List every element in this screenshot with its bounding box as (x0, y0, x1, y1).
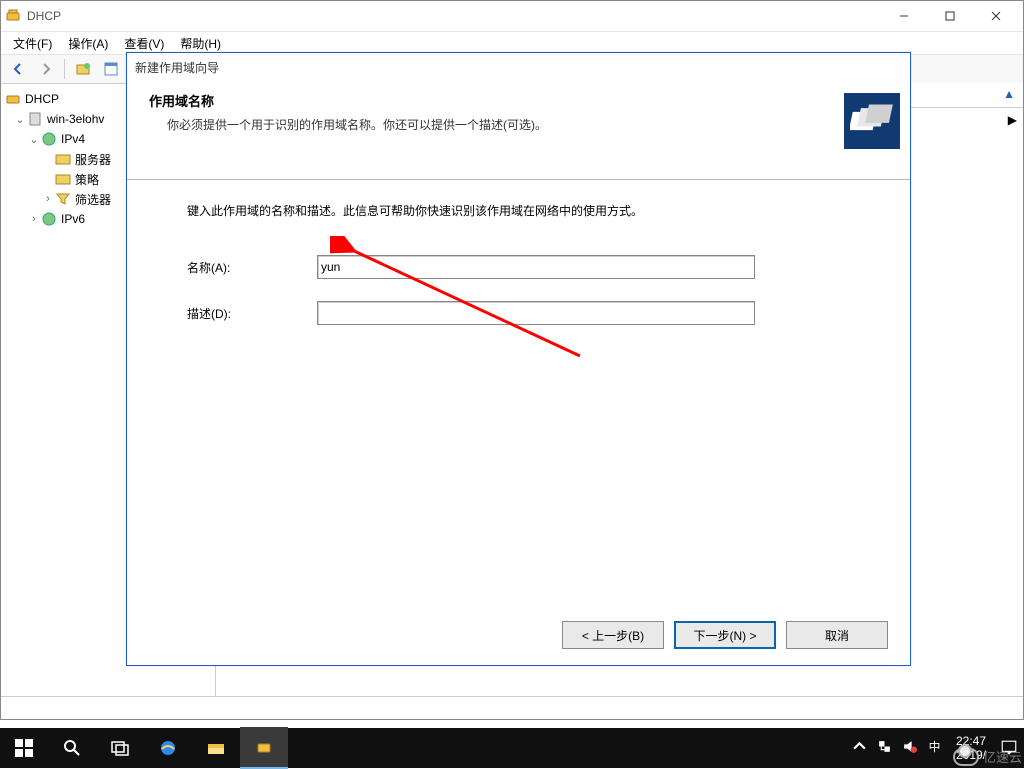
tree-expand-icon[interactable]: › (41, 193, 55, 205)
filter-icon (55, 191, 71, 207)
svg-text:中: 中 (929, 740, 941, 754)
scope-name-input[interactable] (317, 255, 755, 279)
tray-network-icon[interactable] (877, 739, 892, 757)
minimize-button[interactable] (881, 1, 927, 31)
scope-desc-input[interactable] (317, 301, 755, 325)
tray-volume-icon[interactable] (902, 739, 917, 757)
scope-desc-label: 描述(D): (187, 305, 317, 322)
wizard-subheading: 你必须提供一个用于识别的作用域名称。你还可以提供一个描述(可选)。 (167, 116, 896, 133)
menu-file[interactable]: 文件(F) (7, 33, 58, 54)
watermark: 亿速云 (953, 747, 1022, 766)
menu-help[interactable]: 帮助(H) (174, 33, 227, 54)
back-button[interactable]: < 上一步(B) (562, 621, 664, 649)
task-view-icon[interactable] (96, 728, 144, 768)
start-button[interactable] (0, 728, 48, 768)
next-button[interactable]: 下一步(N) > (674, 621, 776, 649)
tray-ime-icon[interactable]: 中 (927, 739, 942, 757)
statusbar (1, 696, 1023, 719)
folder-icon (55, 151, 71, 167)
chevron-right-icon: ▶ (1008, 113, 1017, 127)
wizard-header: 作用域名称 你必须提供一个用于识别的作用域名称。你还可以提供一个描述(可选)。 (127, 81, 910, 180)
dhcp-icon (5, 91, 21, 107)
toolbar-divider (64, 59, 65, 79)
toolbar-properties-icon[interactable] (98, 57, 124, 81)
system-tray: 中 (846, 739, 948, 757)
ipv6-icon (41, 211, 57, 227)
dhcp-app-icon (5, 8, 21, 24)
taskbar: 中 22:47 2019/ (0, 728, 1024, 768)
taskbar-dhcp-icon[interactable] (240, 727, 288, 769)
new-scope-wizard: 新建作用域向导 作用域名称 你必须提供一个用于识别的作用域名称。你还可以提供一个… (126, 52, 911, 666)
search-icon[interactable] (48, 728, 96, 768)
cloud-icon (953, 748, 979, 766)
wizard-title: 新建作用域向导 (127, 53, 910, 81)
titlebar: DHCP (1, 1, 1023, 32)
server-icon (27, 111, 43, 127)
ipv4-icon (41, 131, 57, 147)
collapse-up-icon[interactable]: ▲ (1003, 87, 1015, 101)
tree-collapse-icon[interactable]: ⌄ (27, 133, 41, 146)
tree-collapse-icon[interactable]: ⌄ (13, 113, 27, 126)
toolbar-back-icon[interactable] (5, 57, 31, 81)
taskbar-ie-icon[interactable] (144, 728, 192, 768)
menu-view[interactable]: 查看(V) (118, 33, 170, 54)
maximize-button[interactable] (927, 1, 973, 31)
scope-banner-icon (844, 93, 900, 149)
wizard-body: 键入此作用域的名称和描述。此信息可帮助你快速识别该作用域在网络中的使用方式。 名… (127, 180, 910, 325)
tree-expand-icon[interactable]: › (27, 213, 41, 225)
toolbar-add-icon[interactable] (70, 57, 96, 81)
cancel-button[interactable]: 取消 (786, 621, 888, 649)
window-title: DHCP (27, 9, 881, 23)
menu-action[interactable]: 操作(A) (62, 33, 114, 54)
wizard-instruction: 键入此作用域的名称和描述。此信息可帮助你快速识别该作用域在网络中的使用方式。 (187, 202, 850, 219)
toolbar-forward-icon[interactable] (33, 57, 59, 81)
tray-chevron-up-icon[interactable] (852, 739, 867, 757)
wizard-heading: 作用域名称 (149, 91, 896, 110)
taskbar-explorer-icon[interactable] (192, 728, 240, 768)
folder-icon (55, 171, 71, 187)
close-button[interactable] (973, 1, 1019, 31)
scope-name-label: 名称(A): (187, 259, 317, 276)
